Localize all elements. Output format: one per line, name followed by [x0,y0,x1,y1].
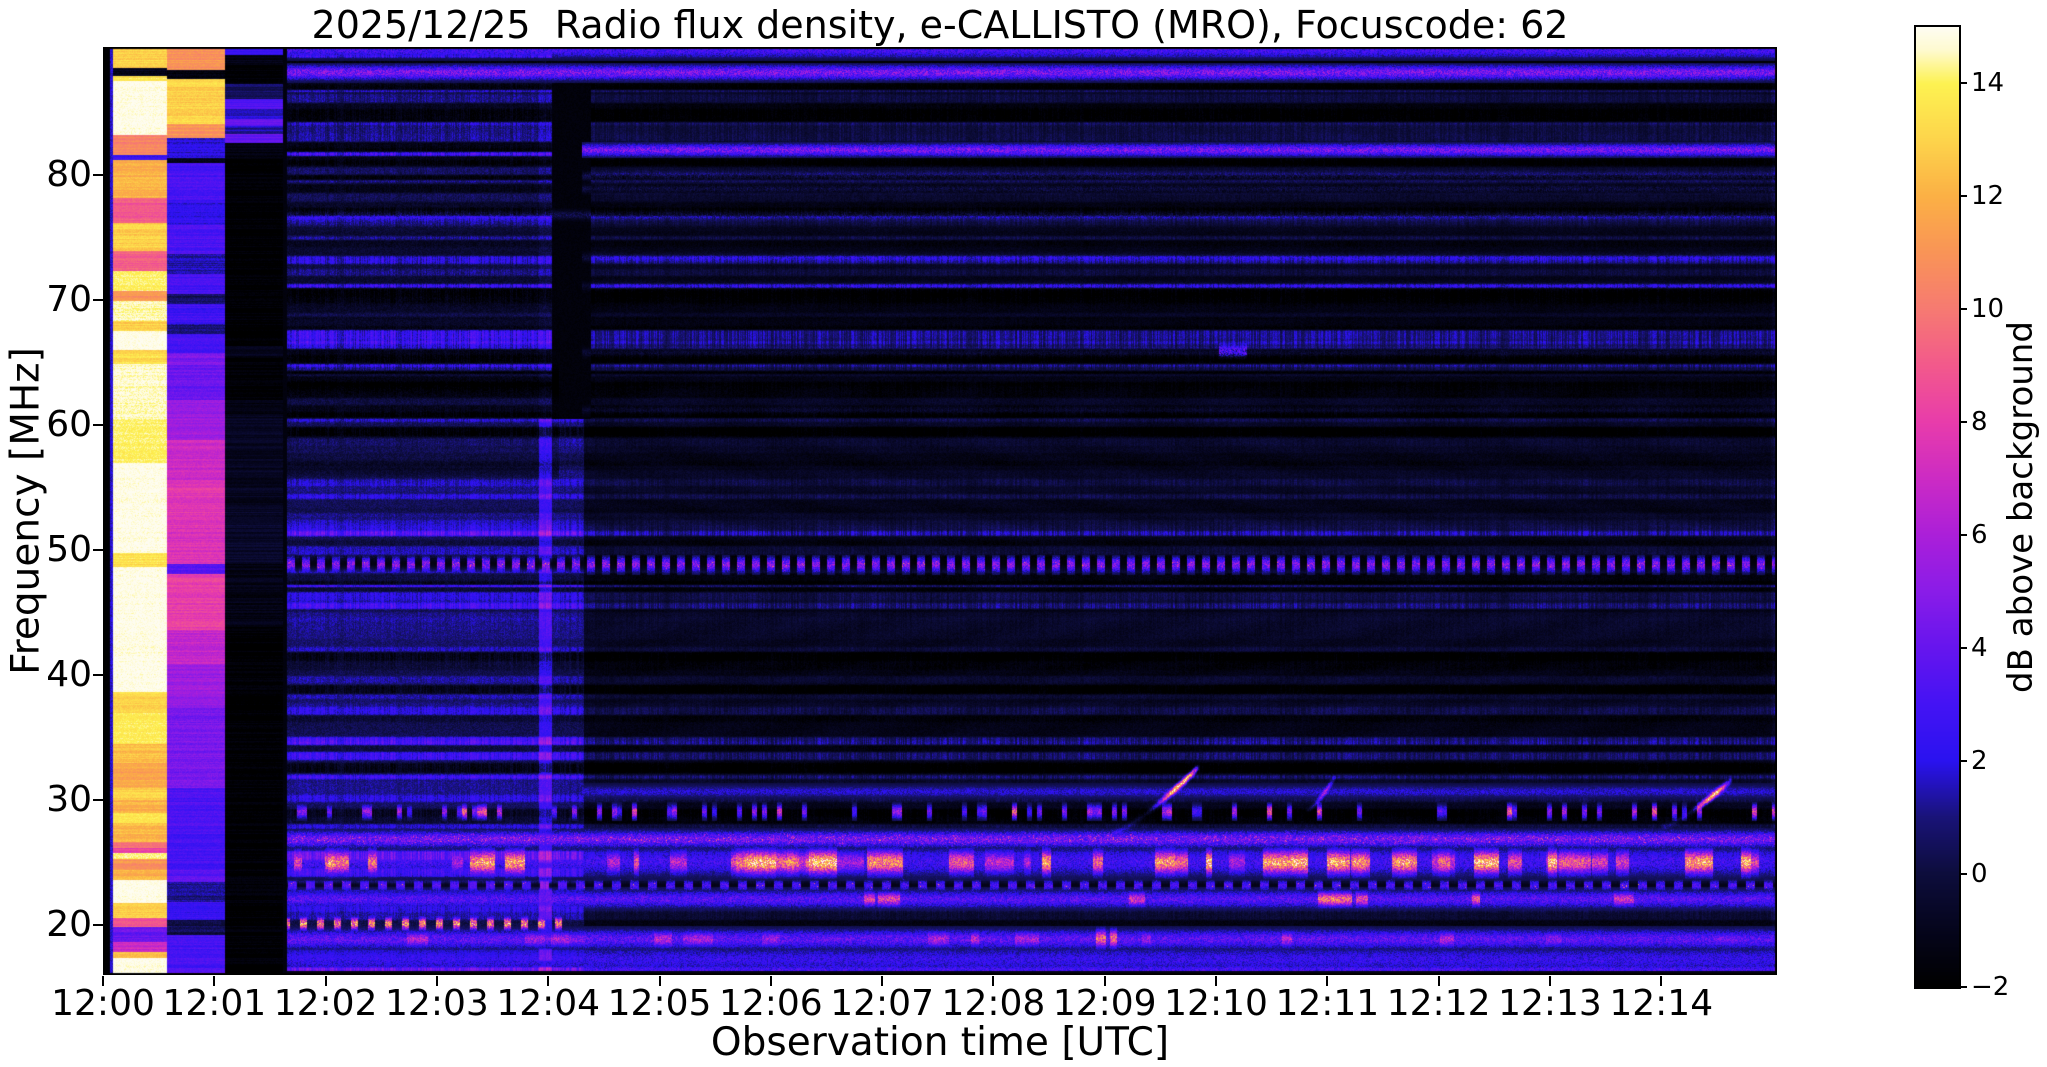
x-tick-label: 12:14 [1609,983,1714,1024]
colorbar-tick-label: 14 [1971,68,2005,99]
y-tick-mark [93,548,103,551]
colorbar-tick-label: 2 [1971,746,1988,777]
y-tick-mark [93,298,103,301]
y-tick-label: 30 [46,778,92,820]
colorbar-tick-mark [1959,308,1967,311]
y-tick-mark [93,673,103,676]
colorbar-gradient [1914,25,1961,989]
colorbar-tick-mark [1959,647,1967,650]
colorbar-tick-label: 10 [1971,294,2005,325]
colorbar-tick-label: −2 [1971,972,2010,1002]
colorbar-tick-mark [1959,421,1967,424]
x-axis-label: Observation time [UTC] [710,1020,1170,1065]
colorbar-tick-mark [1959,986,1967,988]
colorbar-tick-mark [1959,873,1967,876]
colorbar-tick-label: 8 [1971,407,1988,438]
y-tick-label: 70 [46,278,92,320]
y-axis-label: Frequency [MHz] [3,347,49,675]
y-tick-mark [93,923,103,926]
colorbar-tick-mark [1959,760,1967,763]
colorbar-tick-mark [1959,534,1967,537]
colorbar-label: dB above background [2001,321,2041,693]
colorbar-tick-mark [1959,82,1967,85]
plot-title: 2025/12/25 Radio flux density, e-CALLIST… [311,3,1569,47]
y-tick-label: 80 [46,153,92,195]
colorbar-tick-label: 0 [1971,859,1988,890]
y-tick-label: 20 [46,903,92,945]
y-tick-mark [93,423,103,426]
colorbar-tick-label: 4 [1971,633,1988,664]
colorbar-tick-label: 12 [1971,181,2005,212]
spectrogram-heatmap [103,47,1777,975]
spectrogram-figure: 2025/12/25 Radio flux density, e-CALLIST… [0,0,2047,1067]
colorbar-tick-label: 6 [1971,520,1988,551]
colorbar-tick-mark [1959,195,1967,198]
y-tick-mark [93,173,103,176]
y-tick-mark [93,798,103,801]
